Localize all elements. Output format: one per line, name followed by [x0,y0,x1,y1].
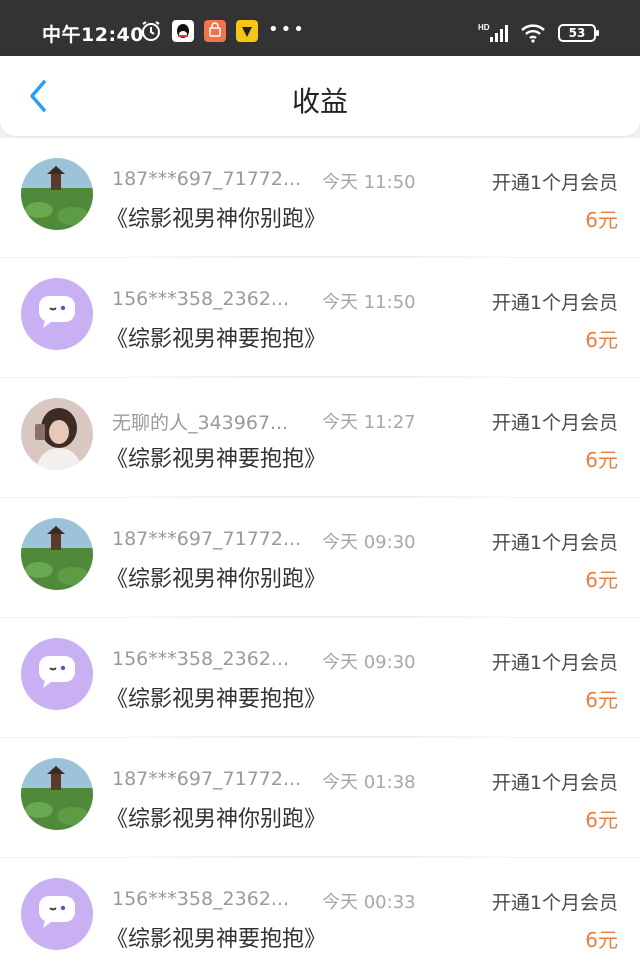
purchase-type: 开通1个月会员 [491,652,618,674]
purchase-type: 开通1个月会员 [491,412,618,434]
earning-amount: 6元 [585,688,618,712]
avatar [21,638,93,710]
app-shop-icon [204,20,226,42]
purchase-type: 开通1个月会员 [491,292,618,314]
wifi-icon [520,23,546,43]
status-system-icons: HD 53 [478,22,599,44]
earning-amount: 6元 [585,928,618,952]
purchase-type: 开通1个月会员 [491,172,618,194]
user-name: 无聊的人_343967... [112,412,289,434]
book-title: 《综影视男神你别跑》 [106,567,327,592]
svg-text:HD: HD [478,23,490,32]
divider [112,856,520,857]
user-name: 156***358_2362... [112,888,290,910]
earning-amount: 6元 [585,328,618,352]
more-notifications-icon: ••• [268,19,306,40]
list-item[interactable]: 187***697_71772... 今天 01:38 开通1个月会员 《综影视… [0,738,640,857]
list-item[interactable]: 156***358_2362... 今天 09:30 开通1个月会员 《综影视男… [0,618,640,737]
purchase-type: 开通1个月会员 [491,532,618,554]
user-name: 187***697_71772... [112,768,302,790]
avatar [21,758,93,830]
timestamp: 今天 11:50 [322,292,416,313]
app-yellow-icon [236,20,258,42]
status-notification-icons [140,20,258,42]
avatar [21,878,93,950]
purchase-type: 开通1个月会员 [491,892,618,914]
list-item[interactable]: 156***358_2362... 今天 00:33 开通1个月会员 《综影视男… [0,858,640,977]
app-header: 收益 [0,56,640,136]
divider [112,496,520,497]
page-title: 收益 [291,85,348,118]
qq-icon [172,20,194,42]
list-item[interactable]: 无聊的人_343967... 今天 11:27 开通1个月会员 《综影视男神要抱… [0,378,640,497]
avatar [21,158,93,230]
book-title: 《综影视男神要抱抱》 [106,687,327,712]
alarm-icon [140,20,162,42]
avatar [21,518,93,590]
list-item[interactable]: 156***358_2362... 今天 11:50 开通1个月会员 《综影视男… [0,258,640,377]
avatar [21,278,93,350]
earning-amount: 6元 [585,208,618,232]
user-name: 187***697_71772... [112,528,302,550]
user-name: 156***358_2362... [112,648,290,670]
divider [112,376,520,377]
purchase-type: 开通1个月会员 [491,772,618,794]
timestamp: 今天 11:50 [322,172,416,193]
divider [112,256,520,257]
book-title: 《综影视男神要抱抱》 [106,927,327,952]
book-title: 《综影视男神要抱抱》 [106,447,327,472]
list-item[interactable]: 187***697_71772... 今天 09:30 开通1个月会员 《综影视… [0,498,640,617]
divider [112,736,520,737]
earning-amount: 6元 [585,808,618,832]
timestamp: 今天 09:30 [322,652,416,673]
timestamp: 今天 00:33 [322,892,416,913]
status-bar: 中午12:40 ••• HD 53 [0,0,640,56]
signal-icon: HD [478,22,508,44]
book-title: 《综影视男神要抱抱》 [106,327,327,352]
battery-icon: 53 [558,24,599,42]
user-name: 187***697_71772... [112,168,302,190]
avatar [21,398,93,470]
earning-amount: 6元 [585,448,618,472]
book-title: 《综影视男神你别跑》 [106,207,327,232]
timestamp: 今天 01:38 [322,772,416,793]
user-name: 156***358_2362... [112,288,290,310]
timestamp: 今天 11:27 [322,412,416,433]
status-time: 中午12:40 [42,24,144,46]
earning-amount: 6元 [585,568,618,592]
book-title: 《综影视男神你别跑》 [106,807,327,832]
earnings-list[interactable]: 187***697_71772... 今天 11:50 开通1个月会员 《综影视… [0,138,640,977]
list-item[interactable]: 187***697_71772... 今天 11:50 开通1个月会员 《综影视… [0,138,640,257]
timestamp: 今天 09:30 [322,532,416,553]
divider [112,616,520,617]
